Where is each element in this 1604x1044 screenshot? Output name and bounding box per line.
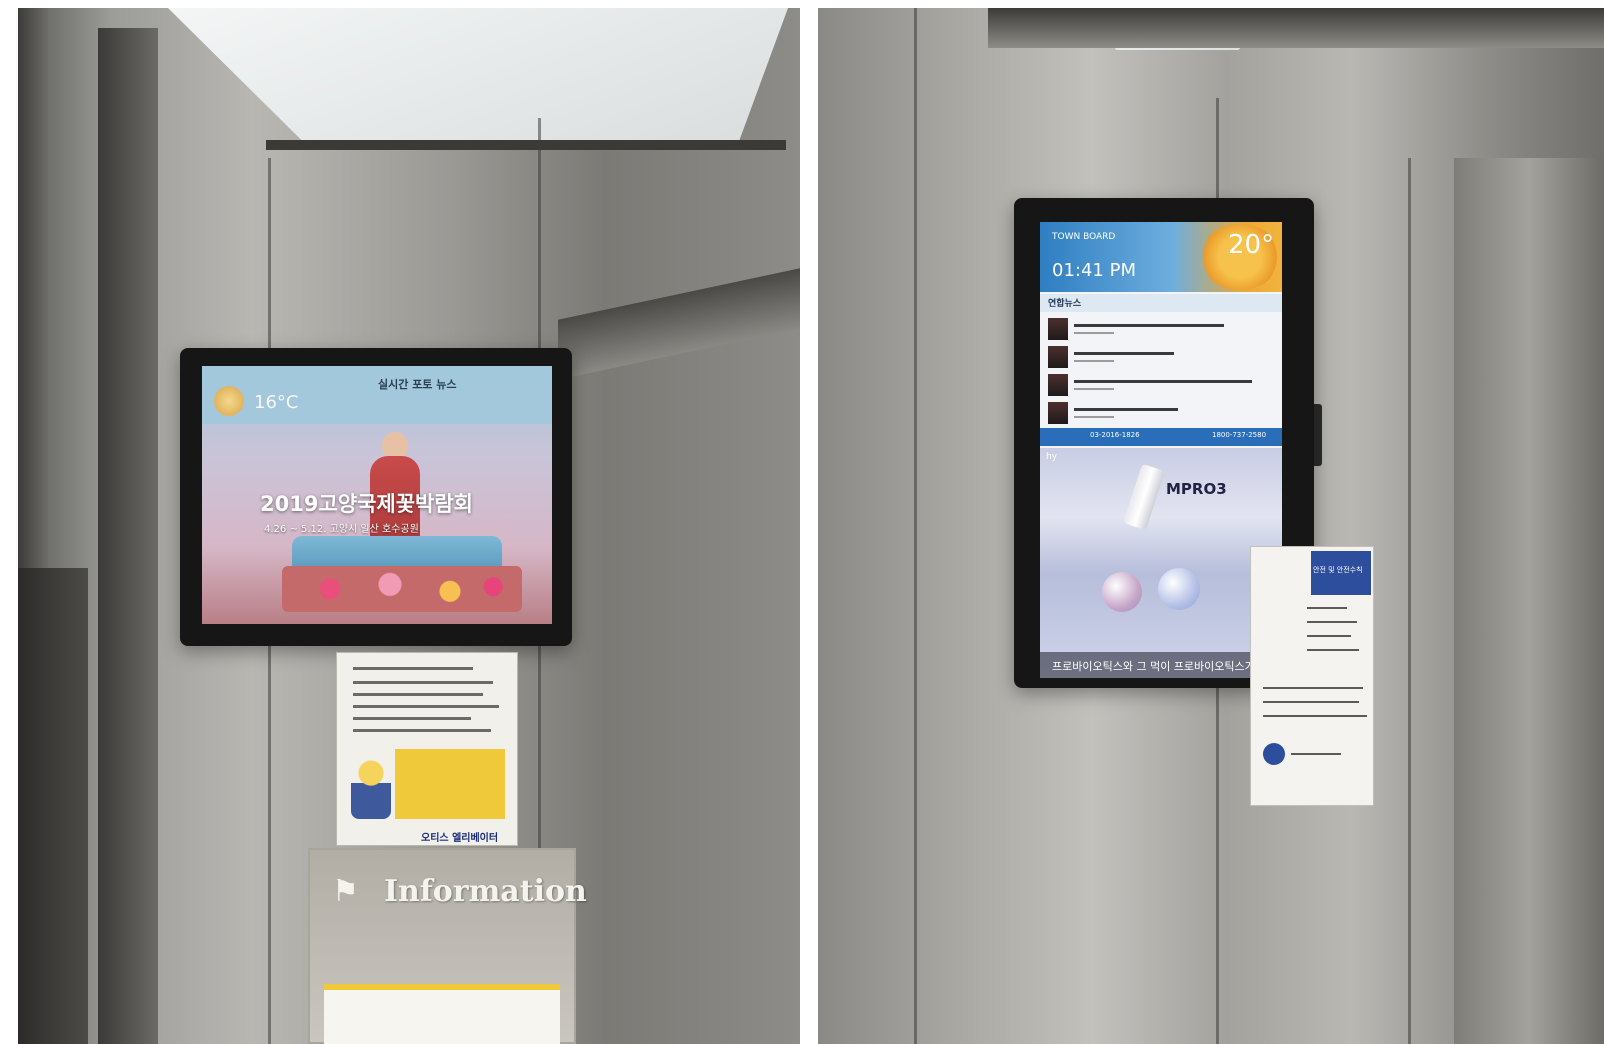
ad-sphere — [1158, 568, 1200, 610]
event-subtitle: 4.26 ~ 5.12. 고양시 일산 호수공원 — [264, 524, 419, 535]
ad-caption: 프로바이오틱스와 그 먹이 프로바이오틱스가 만나 — [1052, 660, 1279, 673]
safety-text-line — [1263, 715, 1367, 717]
notice-text-line — [353, 693, 483, 696]
notice-text-line — [353, 667, 473, 670]
right-elevator-photo: TOWN BOARD 01:41 PM 20° 연합뉴스 03-2016-182… — [818, 8, 1604, 1044]
contact-phone-left: 03-2016-1826 — [1090, 431, 1140, 439]
sun-icon — [214, 386, 244, 416]
safety-card-title: 안전 및 안전수칙 — [1313, 566, 1363, 574]
mascot-icon — [351, 757, 391, 819]
safety-text-line — [1307, 607, 1347, 609]
panel-ledge — [558, 268, 800, 380]
notice-brand: 오티스 엘리베이터 — [421, 833, 499, 844]
panel-seam — [1408, 158, 1411, 1044]
safety-text-line — [1263, 687, 1363, 689]
safety-text-line — [1307, 621, 1357, 623]
ceiling-light — [168, 8, 788, 143]
safety-text-line — [1291, 753, 1341, 755]
notice-text-line — [353, 729, 491, 732]
news-headline-line — [1074, 380, 1252, 383]
ad-sphere — [1102, 572, 1142, 612]
photo-collage: 16°C 실시간 포토 뉴스 2019고양국제꽃박람회 4.26 ~ 5.12.… — [0, 0, 1604, 1044]
event-title: 2019고양국제꽃박람회 — [260, 492, 474, 516]
news-thumbnail — [1048, 346, 1068, 368]
news-headline-line — [1074, 324, 1224, 327]
information-board: ⚑ Information — [308, 848, 587, 1044]
information-card — [324, 984, 560, 1044]
rider-logo-icon: ⚑ — [332, 874, 359, 909]
ad-brand-logo: hy — [1046, 452, 1058, 462]
notice-text-line — [353, 717, 471, 720]
ad-product-name: MPRO3 — [1166, 480, 1227, 498]
news-item — [1048, 402, 1274, 426]
dark-pillar — [18, 568, 88, 1044]
safety-text-line — [1307, 649, 1359, 651]
news-headline-line — [1074, 352, 1174, 355]
notice-text-line — [353, 705, 499, 708]
screen-temperature: 20° — [1228, 230, 1275, 260]
news-meta-line — [1074, 416, 1114, 418]
news-item — [1048, 318, 1274, 342]
news-item — [1048, 346, 1274, 370]
contact-phone-right: 1800-737-2580 — [1212, 431, 1267, 439]
notice-highlight-box — [395, 749, 505, 819]
flower-arrangement — [282, 566, 522, 612]
safety-notice-card: 안전 및 안전수칙 — [1250, 546, 1374, 806]
ceiling-beam — [988, 8, 1604, 48]
screen-temperature: 16°C — [254, 392, 299, 413]
dark-pillar — [98, 28, 158, 1044]
left-monitor-screen: 16°C 실시간 포토 뉴스 2019고양국제꽃박람회 4.26 ~ 5.12.… — [202, 366, 552, 624]
right-monitor-screen: TOWN BOARD 01:41 PM 20° 연합뉴스 03-2016-182… — [1040, 222, 1282, 678]
screen-brand: TOWN BOARD — [1052, 232, 1116, 242]
news-label: 실시간 포토 뉴스 — [378, 378, 457, 391]
panel-seam — [914, 8, 917, 1044]
safety-text-line — [1307, 635, 1351, 637]
news-thumbnail — [1048, 318, 1068, 340]
ceiling-beam — [266, 140, 786, 150]
safety-text-line — [1263, 701, 1359, 703]
safety-seal-icon — [1263, 743, 1285, 765]
news-meta-line — [1074, 388, 1114, 390]
news-header: 연합뉴스 — [1048, 299, 1082, 309]
news-thumbnail — [1048, 374, 1068, 396]
door-frame — [1454, 158, 1604, 1044]
notice-text-line — [353, 681, 493, 684]
news-item — [1048, 374, 1274, 398]
left-elevator-photo: 16°C 실시간 포토 뉴스 2019고양국제꽃박람회 4.26 ~ 5.12.… — [18, 8, 800, 1044]
information-label: Information — [384, 874, 587, 909]
elevator-notice-sheet: 오티스 엘리베이터 — [336, 652, 518, 846]
news-meta-line — [1074, 360, 1114, 362]
news-headline-line — [1074, 408, 1178, 411]
screen-time: 01:41 PM — [1052, 260, 1136, 281]
left-monitor: 16°C 실시간 포토 뉴스 2019고양국제꽃박람회 4.26 ~ 5.12.… — [180, 348, 572, 646]
news-thumbnail — [1048, 402, 1068, 424]
news-meta-line — [1074, 332, 1114, 334]
